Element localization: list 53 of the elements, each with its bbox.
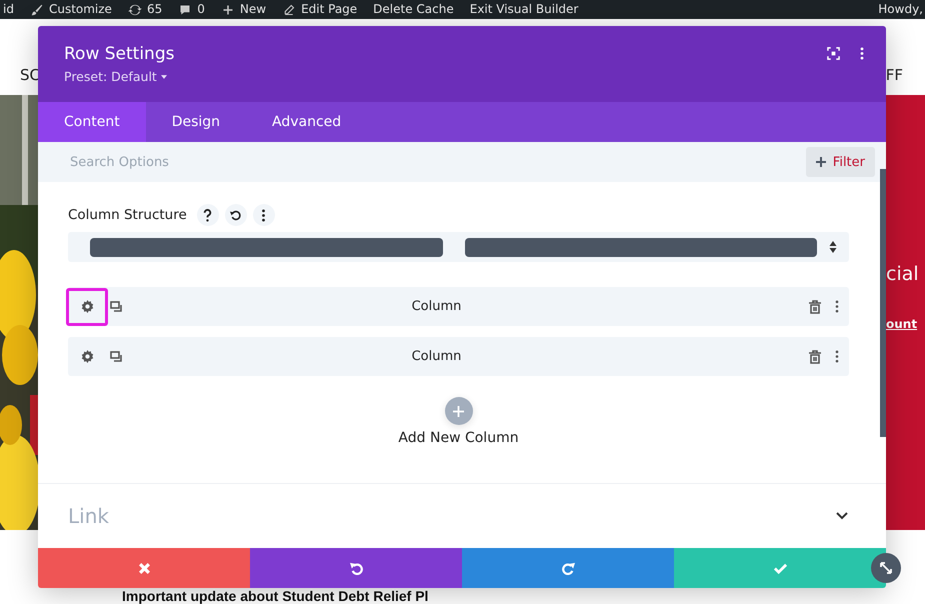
admin-bar-item[interactable]: New bbox=[220, 2, 266, 17]
admin-bar-item[interactable]: id bbox=[3, 2, 14, 17]
hero-link[interactable]: ount bbox=[886, 317, 918, 331]
chevron-icon[interactable] bbox=[836, 512, 848, 520]
filter-button[interactable]: Filter bbox=[806, 147, 875, 177]
admin-bar-item[interactable]: Customize bbox=[30, 2, 112, 17]
select-arrows-icon[interactable] bbox=[829, 241, 837, 253]
pencil-icon[interactable] bbox=[282, 4, 296, 16]
help-icon[interactable] bbox=[196, 204, 219, 226]
menu-text[interactable]: SC bbox=[20, 66, 40, 84]
more-icon[interactable] bbox=[860, 47, 864, 60]
search-field[interactable]: Search Options bbox=[68, 154, 372, 170]
more-icon[interactable] bbox=[252, 204, 275, 226]
save-button[interactable] bbox=[674, 548, 886, 588]
greeting[interactable]: Howdy, bbox=[878, 2, 923, 17]
close-icon[interactable] bbox=[138, 562, 150, 574]
delete-icon[interactable] bbox=[809, 350, 821, 364]
duplicate-icon[interactable] bbox=[110, 350, 124, 362]
checkmark-icon[interactable] bbox=[774, 562, 786, 574]
plus-icon[interactable] bbox=[220, 4, 235, 16]
duplicate-icon[interactable] bbox=[110, 300, 124, 312]
admin-bar-item[interactable]: 0 bbox=[178, 2, 205, 17]
more-icon[interactable] bbox=[835, 300, 839, 313]
page-heading: Important update about Student Debt Relief Pl bbox=[122, 588, 428, 604]
scrollbar[interactable] bbox=[880, 169, 886, 437]
field-label: Column Structure bbox=[68, 207, 187, 223]
admin-bar-item[interactable]: Edit Page bbox=[282, 2, 358, 17]
admin-bar-item[interactable]: 65 bbox=[128, 2, 162, 17]
redo-icon[interactable] bbox=[562, 562, 574, 574]
more-icon[interactable] bbox=[835, 350, 839, 363]
delete-icon[interactable] bbox=[809, 300, 821, 314]
hero-heading: cial bbox=[886, 263, 919, 285]
modal-title: Row Settings bbox=[64, 44, 174, 64]
column-structure-select[interactable] bbox=[68, 232, 849, 262]
column-settings-icon[interactable] bbox=[66, 288, 108, 326]
tab[interactable]: Content bbox=[38, 102, 146, 142]
admin-bar-item[interactable]: Delete Cache bbox=[373, 2, 454, 17]
undo-icon[interactable] bbox=[350, 562, 362, 574]
column-row[interactable]: Column bbox=[68, 287, 849, 326]
preset-dropdown[interactable]: Preset: Default bbox=[64, 69, 174, 84]
fullscreen-icon[interactable] bbox=[827, 47, 840, 60]
refresh-icon[interactable] bbox=[128, 4, 142, 16]
menu-text[interactable]: FF bbox=[886, 66, 903, 84]
comment-icon[interactable] bbox=[178, 4, 192, 16]
plus-icon[interactable] bbox=[816, 157, 826, 167]
tab[interactable]: Advanced bbox=[246, 102, 368, 142]
admin-bar-item[interactable]: Exit Visual Builder bbox=[470, 2, 578, 17]
tab[interactable]: Design bbox=[146, 102, 246, 142]
brush-icon[interactable] bbox=[30, 4, 44, 16]
caret-icon[interactable] bbox=[160, 74, 167, 78]
column-row[interactable]: Column bbox=[68, 337, 849, 376]
add-column-label[interactable]: Add New Column bbox=[398, 430, 519, 446]
reset-icon[interactable] bbox=[224, 204, 247, 226]
